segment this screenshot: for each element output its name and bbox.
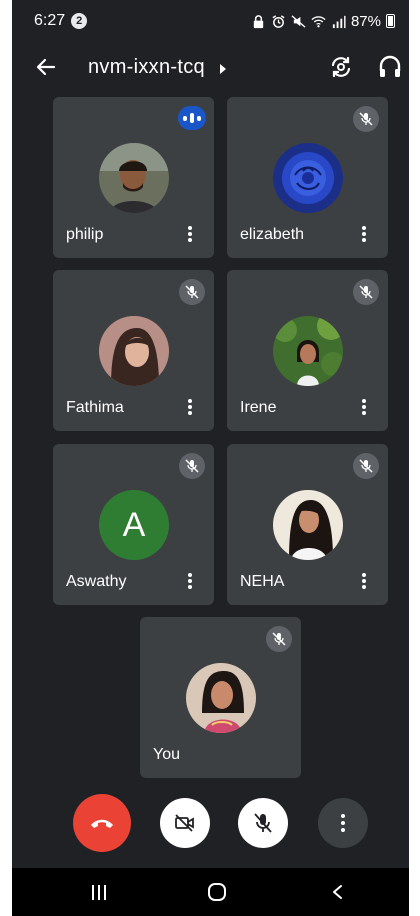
participant-menu-button[interactable]	[182, 224, 198, 244]
mic-off-icon	[179, 453, 205, 479]
more-vert-icon	[341, 814, 345, 832]
notification-count-badge: 2	[71, 13, 88, 29]
mic-off-icon	[179, 279, 205, 305]
app-bar: nvm-ixxn-tcq	[12, 42, 409, 92]
switch-camera-icon[interactable]	[328, 54, 354, 80]
participant-avatar	[273, 316, 343, 386]
more-options-button[interactable]	[318, 798, 368, 848]
mic-off-icon	[266, 626, 292, 652]
participant-name: You	[153, 746, 180, 763]
recents-icon[interactable]	[92, 885, 106, 900]
participant-menu-button[interactable]	[182, 571, 198, 591]
participant-tile-philip[interactable]: philip	[53, 97, 214, 258]
alarm-icon	[272, 14, 285, 28]
camera-toggle-button[interactable]	[160, 798, 210, 848]
participant-avatar	[99, 143, 169, 213]
system-nav-bar	[12, 868, 409, 916]
participant-name: philip	[66, 226, 104, 243]
participant-menu-button[interactable]	[356, 224, 372, 244]
participant-tile-neha[interactable]: NEHA	[227, 444, 388, 605]
camera-off-icon	[175, 814, 194, 832]
participant-name: Aswathy	[66, 573, 127, 590]
participant-avatar	[273, 143, 343, 213]
speaking-indicator-icon	[178, 106, 206, 130]
participant-avatar	[99, 316, 169, 386]
participant-menu-button[interactable]	[182, 397, 198, 417]
mic-off-icon	[353, 106, 379, 132]
signal-icon	[332, 15, 346, 28]
participant-name: Fathima	[66, 399, 124, 416]
participant-avatar	[273, 490, 343, 560]
audio-output-icon[interactable]	[378, 54, 402, 80]
meeting-details-caret-icon[interactable]	[220, 64, 226, 74]
battery-percent: 87%	[350, 12, 381, 30]
participant-tile-aswathy[interactable]: A Aswathy	[53, 444, 214, 605]
status-time: 6:27	[34, 12, 66, 29]
end-call-button[interactable]	[73, 794, 131, 852]
lock-icon	[253, 14, 264, 28]
battery-icon	[386, 14, 395, 28]
home-icon[interactable]	[208, 883, 226, 901]
mic-toggle-button[interactable]	[238, 798, 288, 848]
mute-icon	[291, 14, 306, 28]
participant-menu-button[interactable]	[356, 571, 372, 591]
mic-off-icon	[353, 279, 379, 305]
end-call-icon	[91, 819, 113, 828]
participant-name: elizabeth	[240, 226, 305, 243]
wifi-icon	[311, 15, 326, 27]
participant-tile-irene[interactable]: Irene	[227, 270, 388, 431]
participant-tile-elizabeth[interactable]: elizabeth	[227, 97, 388, 258]
participant-menu-button[interactable]	[356, 397, 372, 417]
participant-tile-fathima[interactable]: Fathima	[53, 270, 214, 431]
self-avatar	[186, 663, 256, 733]
mic-off-icon	[353, 453, 379, 479]
status-bar: 6:27 2 87%	[12, 0, 409, 42]
phone-screen: 6:27 2 87% nvm-ixxn-tcq philip elizabeth…	[12, 0, 409, 916]
nav-back-icon[interactable]	[330, 884, 346, 900]
call-controls	[12, 788, 409, 860]
meeting-code[interactable]: nvm-ixxn-tcq	[88, 56, 205, 79]
participant-name: NEHA	[240, 573, 285, 590]
mic-off-icon	[254, 813, 272, 833]
participant-initial-avatar: A	[99, 490, 169, 560]
participant-name: Irene	[240, 399, 277, 416]
self-tile[interactable]: You	[140, 617, 301, 778]
back-arrow-icon[interactable]	[34, 55, 58, 79]
